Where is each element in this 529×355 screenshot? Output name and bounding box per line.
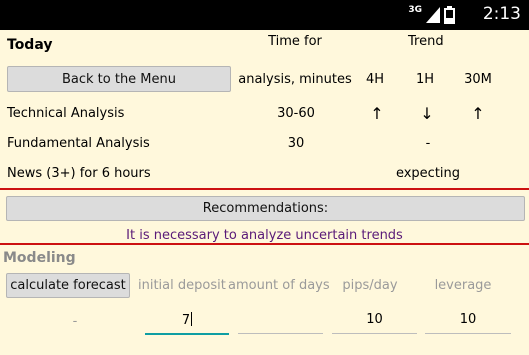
section-divider-bottom	[0, 243, 529, 245]
section-divider-top	[0, 188, 529, 190]
column-4h: 4H	[365, 72, 385, 87]
network-type-label: 3G	[408, 5, 422, 15]
column-1h: 1H	[415, 72, 435, 87]
column-30m: 30M	[464, 72, 492, 87]
text-cursor	[191, 312, 193, 326]
trend-4h-up-arrow-icon: ↑	[370, 104, 384, 123]
status-clock: 2:13	[482, 4, 521, 24]
calculate-forecast-button[interactable]: calculate forecast	[6, 273, 130, 298]
back-to-menu-button[interactable]: Back to the Menu	[7, 66, 231, 92]
forecast-result: -	[72, 314, 78, 329]
modeling-title: Modeling	[3, 250, 76, 266]
initial-deposit-hint: initial deposit	[138, 278, 226, 293]
trend-header: Trend	[408, 34, 444, 49]
status-bar: 3G 2:13	[0, 0, 529, 30]
trend-1h-down-arrow-icon: ↓	[420, 104, 434, 123]
pips-per-day-hint: pips/day	[342, 278, 398, 293]
fundamental-analysis-trend: -	[425, 136, 431, 151]
leverage-value: 10	[459, 312, 477, 327]
time-header-line1: Time for	[268, 34, 322, 49]
news-label: News (3+) for 6 hours	[7, 166, 151, 181]
fundamental-analysis-label: Fundamental Analysis	[7, 136, 150, 151]
fundamental-analysis-time: 30	[287, 136, 305, 151]
pips-per-day-value: 10	[366, 312, 383, 327]
technical-analysis-label: Technical Analysis	[7, 106, 125, 121]
time-header-line2: analysis, minutes	[238, 72, 352, 87]
amount-of-days-hint: amount of days	[228, 278, 330, 293]
initial-deposit-value: 7	[181, 313, 191, 328]
amount-of-days-underline	[238, 333, 323, 334]
today-title: Today	[7, 37, 53, 53]
battery-icon	[444, 6, 455, 24]
initial-deposit-underline	[145, 333, 229, 335]
leverage-underline	[425, 333, 511, 334]
signal-bars-icon	[426, 7, 440, 23]
recommendation-message: It is necessary to analyze uncertain tre…	[126, 228, 403, 243]
pips-per-day-underline	[332, 333, 417, 334]
news-trend: expecting	[395, 166, 461, 181]
leverage-hint: leverage	[434, 278, 492, 293]
recommendations-button[interactable]: Recommendations:	[6, 196, 525, 221]
technical-analysis-time: 30-60	[277, 106, 315, 121]
trend-30m-up-arrow-icon: ↑	[471, 104, 485, 123]
